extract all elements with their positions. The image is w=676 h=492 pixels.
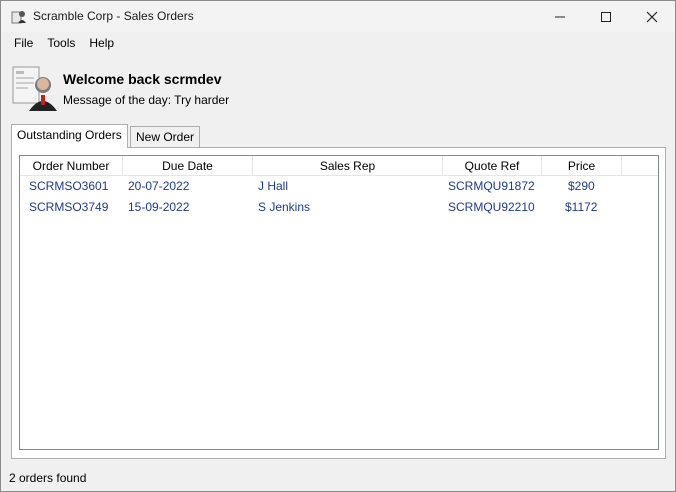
close-button[interactable] bbox=[629, 1, 675, 32]
column-quote-ref[interactable]: Quote Ref bbox=[443, 156, 542, 176]
price-cell: $290 bbox=[568, 179, 595, 193]
quote-ref-cell: SCRMQU91872 bbox=[448, 179, 535, 193]
user-avatar-icon bbox=[12, 65, 58, 113]
column-price[interactable]: Price bbox=[542, 156, 622, 176]
quote-ref-cell: SCRMQU92210 bbox=[448, 200, 535, 214]
welcome-heading: Welcome back scrmdev bbox=[63, 71, 222, 87]
tab-outstanding-orders[interactable]: Outstanding Orders bbox=[11, 124, 128, 148]
menu-help[interactable]: Help bbox=[82, 32, 121, 55]
main-window: Scramble Corp - Sales Orders File Tools … bbox=[0, 0, 676, 492]
orders-list[interactable]: Order Number Due Date Sales Rep Quote Re… bbox=[19, 155, 659, 450]
sales-rep-cell: S Jenkins bbox=[258, 200, 311, 214]
order-number-cell: SCRMSO3601 bbox=[29, 179, 109, 193]
order-number-cell: SCRMSO3749 bbox=[29, 200, 109, 214]
due-date-cell: 15-09-2022 bbox=[128, 200, 190, 214]
tab-new-order[interactable]: New Order bbox=[130, 126, 201, 148]
maximize-button[interactable] bbox=[583, 1, 629, 32]
column-due-date[interactable]: Due Date bbox=[123, 156, 253, 176]
outstanding-orders-panel: Order Number Due Date Sales Rep Quote Re… bbox=[11, 147, 666, 459]
column-order-number[interactable]: Order Number bbox=[20, 156, 123, 176]
minimize-button[interactable] bbox=[537, 1, 583, 32]
column-sales-rep[interactable]: Sales Rep bbox=[253, 156, 443, 176]
maximize-icon bbox=[601, 11, 611, 22]
minimize-icon bbox=[555, 16, 565, 17]
menu-file[interactable]: File bbox=[7, 32, 40, 55]
due-date-cell: 20-07-2022 bbox=[128, 179, 190, 193]
list-header: Order Number Due Date Sales Rep Quote Re… bbox=[20, 156, 658, 176]
message-of-the-day: Message of the day: Try harder bbox=[63, 93, 230, 107]
table-row[interactable]: SCRMSO3749 15-09-2022 S Jenkins SCRMQU92… bbox=[20, 197, 658, 218]
title-bar[interactable]: Scramble Corp - Sales Orders bbox=[1, 1, 675, 32]
price-cell: $1172 bbox=[565, 200, 598, 214]
close-icon bbox=[646, 11, 658, 22]
sales-rep-cell: J Hall bbox=[258, 179, 289, 193]
menu-bar: File Tools Help bbox=[1, 32, 675, 55]
status-text: 2 orders found bbox=[9, 471, 87, 485]
app-icon bbox=[11, 9, 27, 24]
table-row[interactable]: SCRMSO3601 20-07-2022 J Hall SCRMQU91872… bbox=[20, 176, 658, 197]
window-title: Scramble Corp - Sales Orders bbox=[33, 9, 194, 23]
menu-tools[interactable]: Tools bbox=[40, 32, 82, 55]
